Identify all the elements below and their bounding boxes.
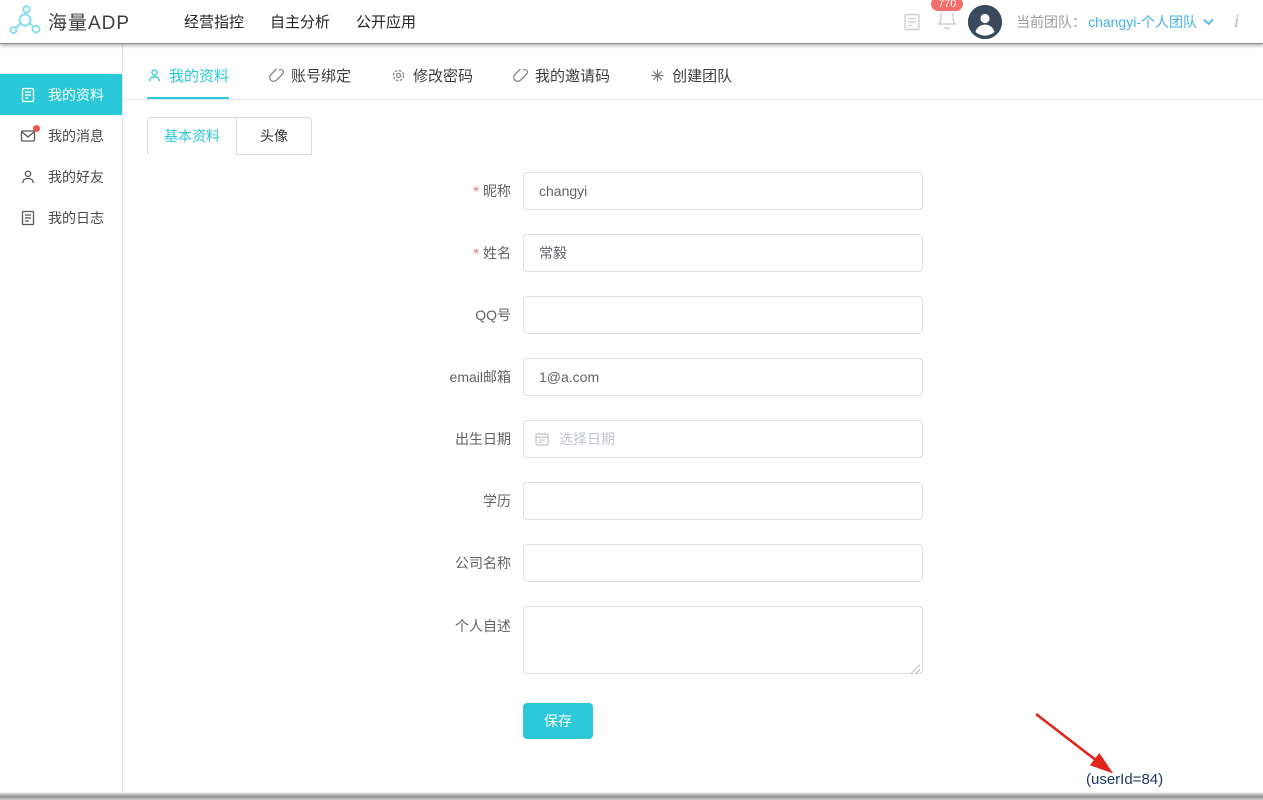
required-mark: * (474, 245, 479, 261)
unread-dot (33, 125, 40, 132)
profile-tabbar: 我的资料 账号绑定 (123, 44, 1263, 100)
sidebar: 我的资料 我的消息 我的好 (0, 44, 123, 792)
app-logo[interactable]: 海量ADP (0, 5, 170, 39)
tab-label: 我的资料 (169, 65, 229, 86)
save-button[interactable]: 保存 (523, 703, 593, 739)
fullname-field[interactable] (523, 234, 923, 272)
notifications[interactable]: 770 (936, 7, 958, 36)
document-icon (20, 87, 36, 103)
nav-item-analysis[interactable]: 自主分析 (270, 11, 330, 32)
app-title: 海量ADP (48, 8, 130, 35)
required-mark: * (474, 183, 479, 199)
form-row-birthdate: 出生日期 (383, 420, 1263, 458)
nickname-field[interactable] (523, 172, 923, 210)
form-row-nickname: *昵称 (383, 172, 1263, 210)
tab-label: 修改密码 (413, 65, 473, 86)
sidebar-item-label: 我的日志 (48, 208, 104, 228)
notification-badge: 770 (929, 0, 965, 13)
current-team-label: 当前团队： (1016, 12, 1086, 32)
form-row-email: email邮箱 (383, 358, 1263, 396)
info-icon[interactable]: i (1234, 11, 1239, 32)
tab-change-password[interactable]: 修改密码 (391, 65, 473, 99)
tab-account-binding[interactable]: 账号绑定 (269, 65, 351, 99)
gear-icon (391, 68, 406, 83)
bio-field[interactable] (523, 606, 923, 674)
tab-label: 创建团队 (672, 65, 732, 86)
sidebar-item-label: 我的好友 (48, 167, 104, 187)
birthdate-field[interactable] (523, 420, 923, 458)
bio-textarea-wrap (523, 606, 923, 679)
tab-create-team[interactable]: 创建团队 (650, 65, 732, 99)
subtab-avatar[interactable]: 头像 (237, 117, 312, 155)
profile-form: *昵称 *姓名 QQ号 email邮箱 出生日期 (383, 172, 1263, 739)
sidebar-item-label: 我的消息 (48, 126, 104, 146)
main-content: 我的资料 账号绑定 (123, 44, 1263, 792)
company-label: 公司名称 (383, 553, 523, 573)
sparkle-icon (650, 68, 665, 83)
form-row-education: 学历 (383, 482, 1263, 520)
header-right-cluster: 770 当前团队： changyi-个人团队 (902, 5, 1263, 39)
journal-icon (20, 210, 36, 226)
profile-subtabs: 基本资料 头像 (147, 117, 1263, 155)
email-field[interactable] (523, 358, 923, 396)
user-icon (147, 68, 162, 83)
page: 海量ADP 经营指控 自主分析 公开应用 770 (0, 0, 1263, 800)
sidebar-item-my-friends[interactable]: 我的好友 (0, 156, 122, 197)
molecule-logo-icon (8, 5, 42, 39)
email-label: email邮箱 (383, 367, 523, 387)
form-row-qq: QQ号 (383, 296, 1263, 334)
form-row-company: 公司名称 (383, 544, 1263, 582)
form-row-fullname: *姓名 (383, 234, 1263, 272)
nav-item-operations[interactable]: 经营指控 (184, 11, 244, 32)
fullname-label: *姓名 (383, 243, 523, 263)
team-switcher[interactable]: changyi-个人团队 (1088, 12, 1214, 32)
tab-my-profile[interactable]: 我的资料 (147, 65, 229, 99)
tab-my-invite-code[interactable]: 我的邀请码 (513, 65, 610, 99)
top-header: 海量ADP 经营指控 自主分析 公开应用 770 (0, 0, 1263, 44)
nickname-label: *昵称 (383, 181, 523, 201)
date-picker (523, 420, 923, 458)
userid-annotation: (userId=84) (1086, 771, 1163, 788)
bottom-scrollbar[interactable] (0, 792, 1263, 800)
tab-label: 账号绑定 (291, 65, 351, 86)
education-field[interactable] (523, 482, 923, 520)
qq-label: QQ号 (383, 305, 523, 325)
sidebar-item-my-journal[interactable]: 我的日志 (0, 197, 122, 238)
chevron-down-icon (1203, 18, 1214, 26)
company-field[interactable] (523, 544, 923, 582)
annotation-arrow (1032, 710, 1122, 780)
bio-label: 个人自述 (383, 606, 523, 636)
document-list-icon[interactable] (902, 12, 922, 32)
birthdate-label: 出生日期 (383, 429, 523, 449)
link-icon (513, 68, 528, 83)
user-avatar[interactable] (968, 5, 1002, 39)
team-name: changyi-个人团队 (1088, 12, 1197, 32)
subtab-basic-info[interactable]: 基本资料 (147, 117, 237, 155)
nav-item-public-apps[interactable]: 公开应用 (356, 11, 416, 32)
education-label: 学历 (383, 491, 523, 511)
tab-label: 我的邀请码 (535, 65, 610, 86)
top-nav: 经营指控 自主分析 公开应用 (184, 11, 416, 32)
sidebar-item-my-profile[interactable]: 我的资料 (0, 74, 122, 115)
sidebar-item-label: 我的资料 (48, 85, 104, 105)
mail-icon (20, 128, 36, 144)
form-row-bio: 个人自述 (383, 606, 1263, 679)
link-icon (269, 68, 284, 83)
sidebar-item-my-messages[interactable]: 我的消息 (0, 115, 122, 156)
person-icon (20, 169, 36, 185)
qq-field[interactable] (523, 296, 923, 334)
